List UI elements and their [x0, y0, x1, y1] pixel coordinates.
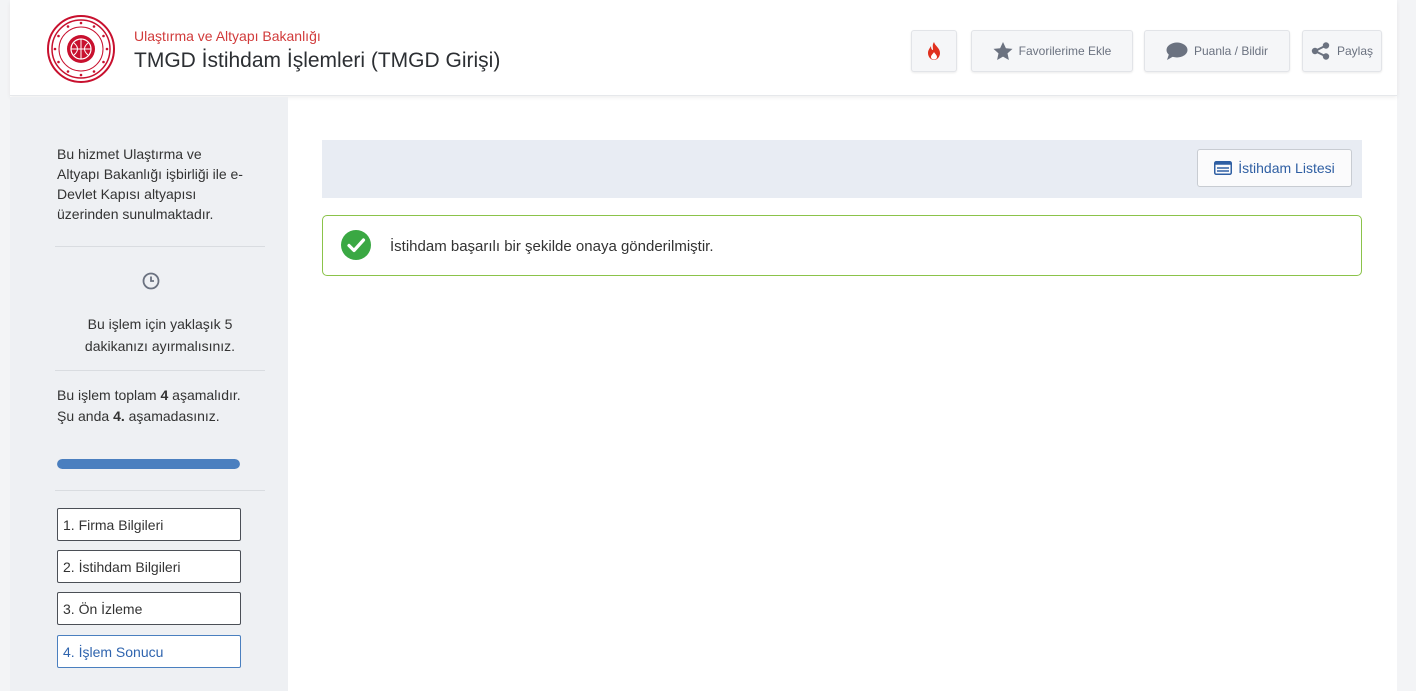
provider-info: Bu hizmet Ulaştırma ve Altyapı Bakanlığı…: [57, 146, 243, 222]
check-circle-icon: [341, 230, 371, 260]
step-istihdam-bilgileri[interactable]: 2. İstihdam Bilgileri: [57, 550, 241, 583]
step-progress-fill: [57, 459, 240, 469]
duration-info: Bu işlem için yaklaşık 5 dakikanızı ayır…: [84, 316, 236, 354]
step-firma-bilgileri[interactable]: 1. Firma Bilgileri: [57, 508, 241, 541]
step-progress-text: Bu işlem toplam 4 aşamalıdır. Şu anda 4.…: [57, 385, 247, 427]
page-title: TMGD İstihdam İşlemleri (TMGD Girişi): [134, 49, 501, 72]
page-header: Ulaştırma ve Altyapı Bakanlığı TMGD İsti…: [10, 0, 1397, 96]
rate-report-button[interactable]: Puanla / Bildir: [1144, 30, 1290, 72]
share-icon: [1311, 42, 1330, 60]
steps-prefix: Bu işlem toplam: [57, 387, 161, 403]
sidebar-divider: [55, 490, 265, 491]
share-button[interactable]: Paylaş: [1302, 30, 1382, 72]
star-icon: [993, 41, 1013, 60]
step-islem-sonucu[interactable]: 4. İşlem Sonucu: [57, 635, 241, 668]
step-label: 4. İşlem Sonucu: [63, 643, 164, 660]
organization-name[interactable]: Ulaştırma ve Altyapı Bakanlığı: [134, 28, 321, 44]
current-step: 4.: [113, 408, 125, 424]
step-label: 1. Firma Bilgileri: [63, 516, 164, 533]
add-favorites-button[interactable]: Favorilerime Ekle: [971, 30, 1133, 72]
speech-bubble-icon: [1166, 42, 1188, 60]
success-alert: İstihdam başarılı bir şekilde onaya gönd…: [322, 215, 1362, 276]
step-label: 3. Ön İzleme: [63, 600, 143, 617]
step-label: 2. İstihdam Bilgileri: [63, 558, 181, 575]
flame-icon: [928, 42, 940, 60]
ministry-logo: [47, 15, 115, 83]
popular-button[interactable]: [911, 30, 957, 72]
sidebar-divider: [55, 246, 265, 247]
share-label: Paylaş: [1336, 44, 1374, 58]
sidebar-divider: [55, 370, 265, 371]
steps-suffix: aşamadasınız.: [124, 408, 220, 424]
rate-report-label: Puanla / Bildir: [1193, 44, 1269, 58]
sidebar: Bu hizmet Ulaştırma ve Altyapı Bakanlığı…: [10, 97, 288, 691]
step-progress-bar: [57, 459, 240, 469]
add-favorites-label: Favorilerime Ekle: [1018, 44, 1112, 58]
step-on-izleme[interactable]: 3. Ön İzleme: [57, 592, 241, 625]
employment-list-label: İstihdam Listesi: [1238, 160, 1335, 176]
success-message: İstihdam başarılı bir şekilde onaya gönd…: [390, 238, 714, 255]
list-icon: [1214, 161, 1233, 175]
employment-list-button[interactable]: İstihdam Listesi: [1197, 149, 1352, 187]
clock-icon: [142, 272, 160, 290]
